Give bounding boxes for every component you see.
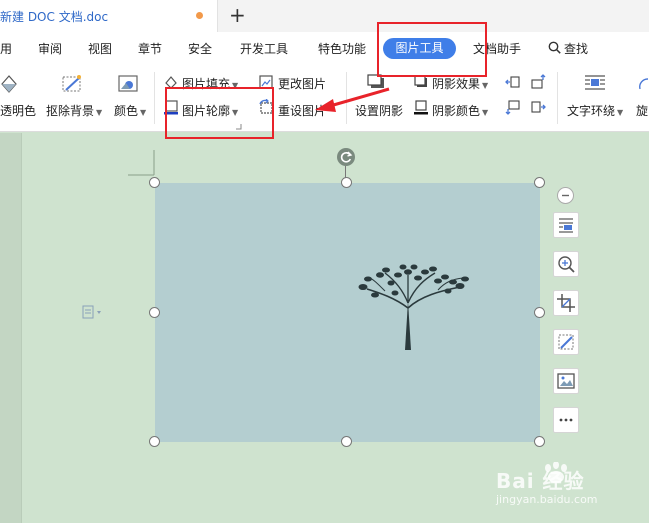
collapse-tools-button[interactable] — [557, 187, 574, 204]
layout-options-icon — [559, 218, 573, 233]
resize-handle-bottom-left[interactable] — [149, 436, 160, 447]
zoom-in-icon — [558, 256, 575, 273]
layout-options-button[interactable] — [553, 212, 579, 238]
watermark: Bai 经验 jingyan.baidu.com — [496, 461, 636, 515]
cutout-icon — [558, 334, 574, 350]
rotate-handle-stem — [345, 166, 346, 178]
picture-tool-button[interactable] — [553, 368, 579, 394]
page-gutter — [0, 133, 22, 523]
more-icon — [559, 418, 573, 422]
crop-picture-button[interactable] — [553, 290, 579, 316]
selected-picture[interactable] — [155, 183, 540, 442]
resize-handle-left[interactable] — [149, 307, 160, 318]
picture-icon — [557, 373, 575, 389]
watermark-url: jingyan.baidu.com — [496, 493, 598, 506]
resize-handle-right[interactable] — [534, 307, 545, 318]
more-tools-button[interactable] — [553, 407, 579, 433]
watermark-brand: Bai 经验 — [496, 469, 585, 493]
zoom-picture-button[interactable] — [553, 251, 579, 277]
crop-icon — [557, 294, 575, 312]
layout-options-icon[interactable] — [82, 305, 108, 319]
margin-corner-marker — [128, 150, 155, 176]
resize-handle-top[interactable] — [341, 177, 352, 188]
resize-handle-bottom-right[interactable] — [534, 436, 545, 447]
resize-handle-top-right[interactable] — [534, 177, 545, 188]
tree-illustration-icon — [358, 264, 469, 350]
rotate-handle-icon[interactable] — [337, 148, 355, 166]
cutout-tool-button[interactable] — [553, 329, 579, 355]
resize-handle-bottom[interactable] — [341, 436, 352, 447]
resize-handle-top-left[interactable] — [149, 177, 160, 188]
